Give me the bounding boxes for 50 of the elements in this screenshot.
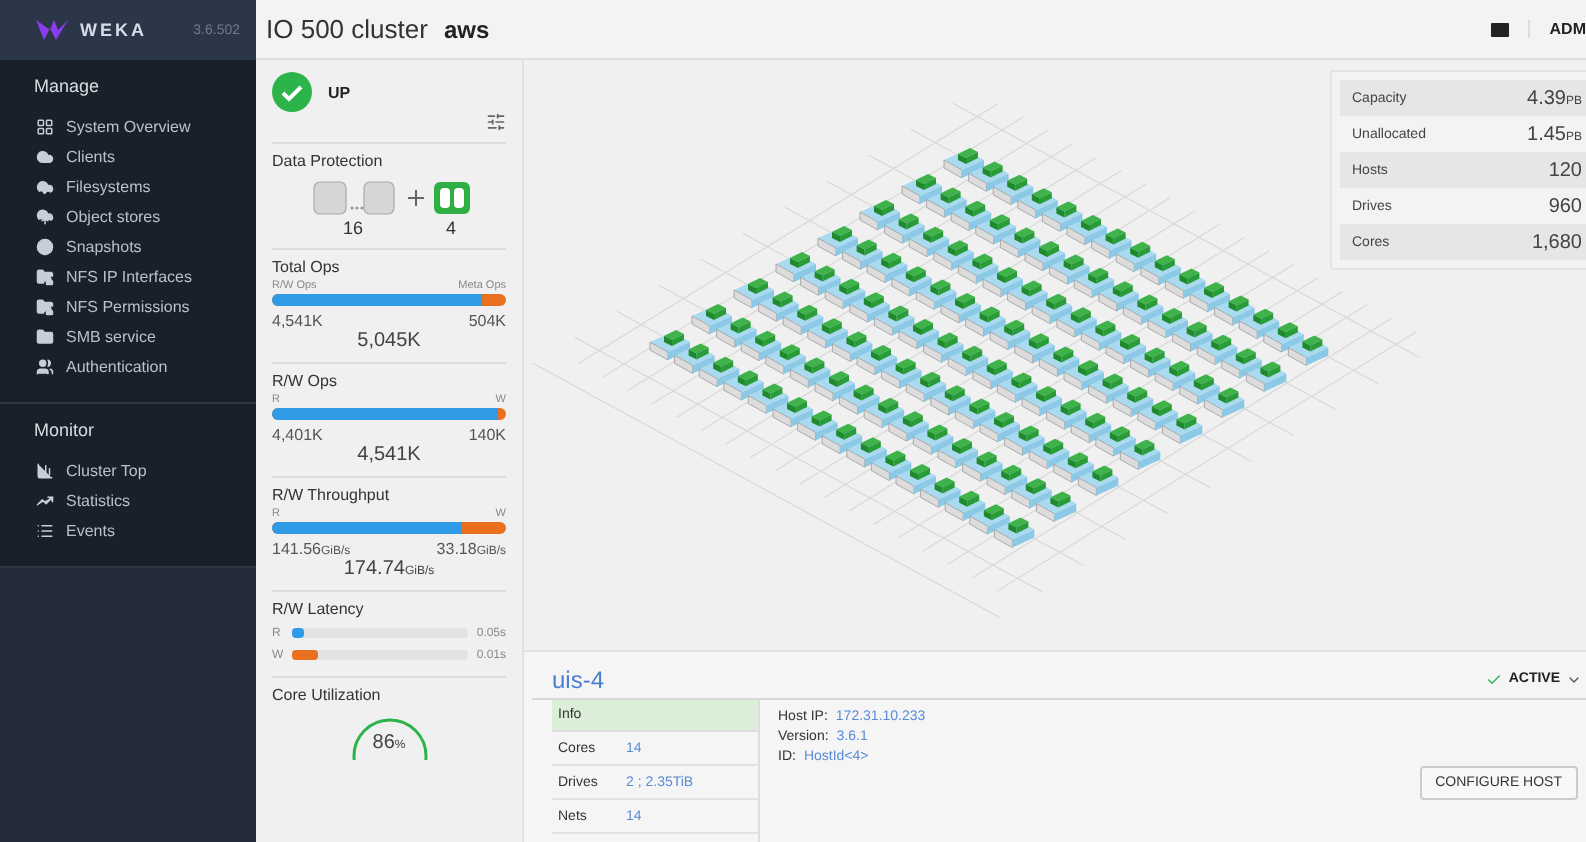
stat-value: 120 bbox=[1548, 159, 1582, 181]
host-name: uis-4 bbox=[552, 665, 607, 693]
nav-item[interactable]: Snapshots bbox=[0, 232, 256, 262]
data-drives-icon bbox=[307, 178, 399, 218]
logo-text: WEKA bbox=[80, 20, 149, 40]
nav-item[interactable]: SMB service bbox=[0, 322, 256, 352]
logo-icon bbox=[36, 20, 68, 40]
status-check-icon bbox=[272, 72, 312, 112]
cluster-name: IO 500 cluster bbox=[266, 14, 428, 44]
left-value: 4,401K bbox=[272, 426, 323, 444]
settings-icon[interactable] bbox=[486, 112, 506, 132]
parity-drives-icon bbox=[431, 178, 471, 218]
nav-item[interactable]: Events bbox=[0, 516, 256, 546]
provider-logo: aws bbox=[443, 15, 492, 43]
left-value: 4,541K bbox=[272, 312, 323, 330]
nav-item[interactable]: Clients bbox=[0, 142, 256, 172]
nav-item[interactable]: NFS Permissions bbox=[0, 292, 256, 322]
status-label: UP bbox=[328, 83, 351, 101]
section-title: R/W Latency bbox=[272, 600, 366, 618]
nav-item[interactable]: Object stores bbox=[0, 202, 256, 232]
nav-item[interactable]: Filesystems bbox=[0, 172, 256, 202]
cloud-icon bbox=[36, 148, 54, 166]
section-title: R/W Ops bbox=[272, 372, 339, 390]
total-value: 4,541K bbox=[355, 444, 423, 466]
list-icon bbox=[36, 522, 54, 540]
check-icon bbox=[1486, 671, 1503, 687]
right-value: 504K bbox=[468, 312, 506, 330]
data-drive-count: 16 bbox=[342, 218, 363, 238]
nav-section-title: Monitor bbox=[32, 420, 97, 444]
nav-item[interactable]: NFS IP Interfaces bbox=[0, 262, 256, 292]
section-title: Data Protection bbox=[272, 152, 385, 170]
folder-icon bbox=[36, 328, 54, 346]
plus-icon bbox=[407, 190, 423, 206]
user-menu[interactable]: ADM bbox=[1527, 20, 1586, 38]
nav-item[interactable]: Cluster Top bbox=[0, 456, 256, 486]
trend-line-icon bbox=[36, 492, 54, 510]
parity-drive-count: 4 bbox=[445, 218, 456, 238]
stat-value: 960 bbox=[1548, 195, 1582, 217]
section-title: R/W Throughput bbox=[272, 486, 392, 504]
nav-item[interactable]: Statistics bbox=[0, 486, 256, 516]
nav-section-title: Manage bbox=[32, 76, 102, 100]
section-title: Core Utilization bbox=[272, 686, 383, 704]
stat-value: 1,680 bbox=[1531, 231, 1582, 253]
total-value: 5,045K bbox=[355, 330, 423, 352]
section-title: Total Ops bbox=[272, 258, 342, 276]
nav-item[interactable]: System Overview bbox=[0, 112, 256, 142]
grid-icon bbox=[36, 118, 54, 136]
users-icon bbox=[36, 358, 54, 376]
right-value: 140K bbox=[468, 426, 506, 444]
nav-item[interactable]: Authentication bbox=[0, 352, 256, 382]
